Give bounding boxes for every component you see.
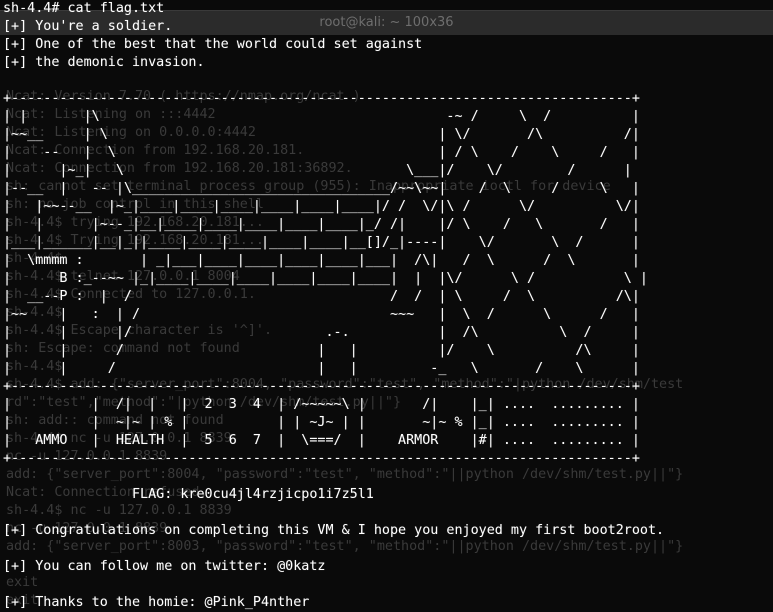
ascii-art-line: |___|______|__|_||____|____|____|____|__…: [3, 235, 640, 250]
ascii-art-line: | __--P : | / / / | \ / \ /\|: [3, 289, 640, 304]
message-line: [+] You're a soldier.: [3, 19, 173, 34]
message-line: [+] the demonic invasion.: [3, 55, 205, 70]
ascii-art-line: | |~_| \ \___|/ \/ / |: [3, 163, 632, 178]
shell-command-line: sh-4.4# cat flag.txt: [3, 1, 165, 16]
ascii-art-line: |--__ | -- |\___________________________…: [3, 181, 640, 196]
ascii-art-line: +---------------------------------------…: [3, 91, 640, 106]
ascii-art-line: | | |\ -~ / \ / |: [3, 109, 640, 124]
ascii-art-line: +---------------------------------------…: [3, 451, 640, 466]
ascii-art-line: | |~~--__ |~_|____|____|____|____|____|_…: [3, 199, 640, 214]
ascii-art-line: |~~__ | \ | \/ /\ /|: [3, 127, 640, 142]
ascii-art-line: | | |~--_|__|____|____|____|____|____|_/…: [3, 217, 640, 232]
ascii-art-line: | | |/ .-. | /\ \ / |: [3, 325, 640, 340]
message-line: [+] Thanks to the homie: @Pink_P4nther: [3, 595, 310, 610]
message-line: [+] One of the best that the world could…: [3, 37, 423, 52]
flag-line: FLAG: kre0cu4jl4rzjicpo1i7z5l1: [3, 487, 374, 502]
ascii-art-line: | | / | | |/ \ /\ |: [3, 343, 640, 358]
ascii-art-line: | B :_--~~ |_|____|____|____|____|____|_…: [3, 271, 648, 286]
message-line: [+] You can follow me on twitter: @0katz: [3, 559, 326, 574]
ascii-art-line: | AMMO | HEALTH | 5 6 7 | \===/ | ARMOR …: [3, 433, 640, 448]
terminal-output[interactable]: sh-4.4# cat flag.txt [+] You're a soldier…: [3, 0, 664, 612]
terminal-window[interactable]: root@kali: ~ 100x36 Ncat: Version 7.70 (…: [0, 0, 773, 612]
ascii-art-line: |~~ | : | / ~~~ | \ / \ / |: [3, 307, 640, 322]
ascii-art-line: | | ~|~ | % | | | ~J~ | | ~|~ % |_| ....…: [3, 415, 640, 430]
ascii-art-line: | \mmmm : | _|___|____|____|____|____|__…: [3, 253, 640, 268]
ascii-art-line: | | /| | | 2 3 4 | /~~~~~\ | /| |_| ....…: [3, 397, 640, 412]
ascii-art-line: | -- | \ | / \ / \ / |: [3, 145, 640, 160]
ascii-art-line: +---------------------------------------…: [3, 379, 640, 394]
message-line: [+] Congratulations on completing this V…: [3, 523, 665, 538]
ascii-art-line: | | / | | -_ \ / \ |: [3, 361, 640, 376]
